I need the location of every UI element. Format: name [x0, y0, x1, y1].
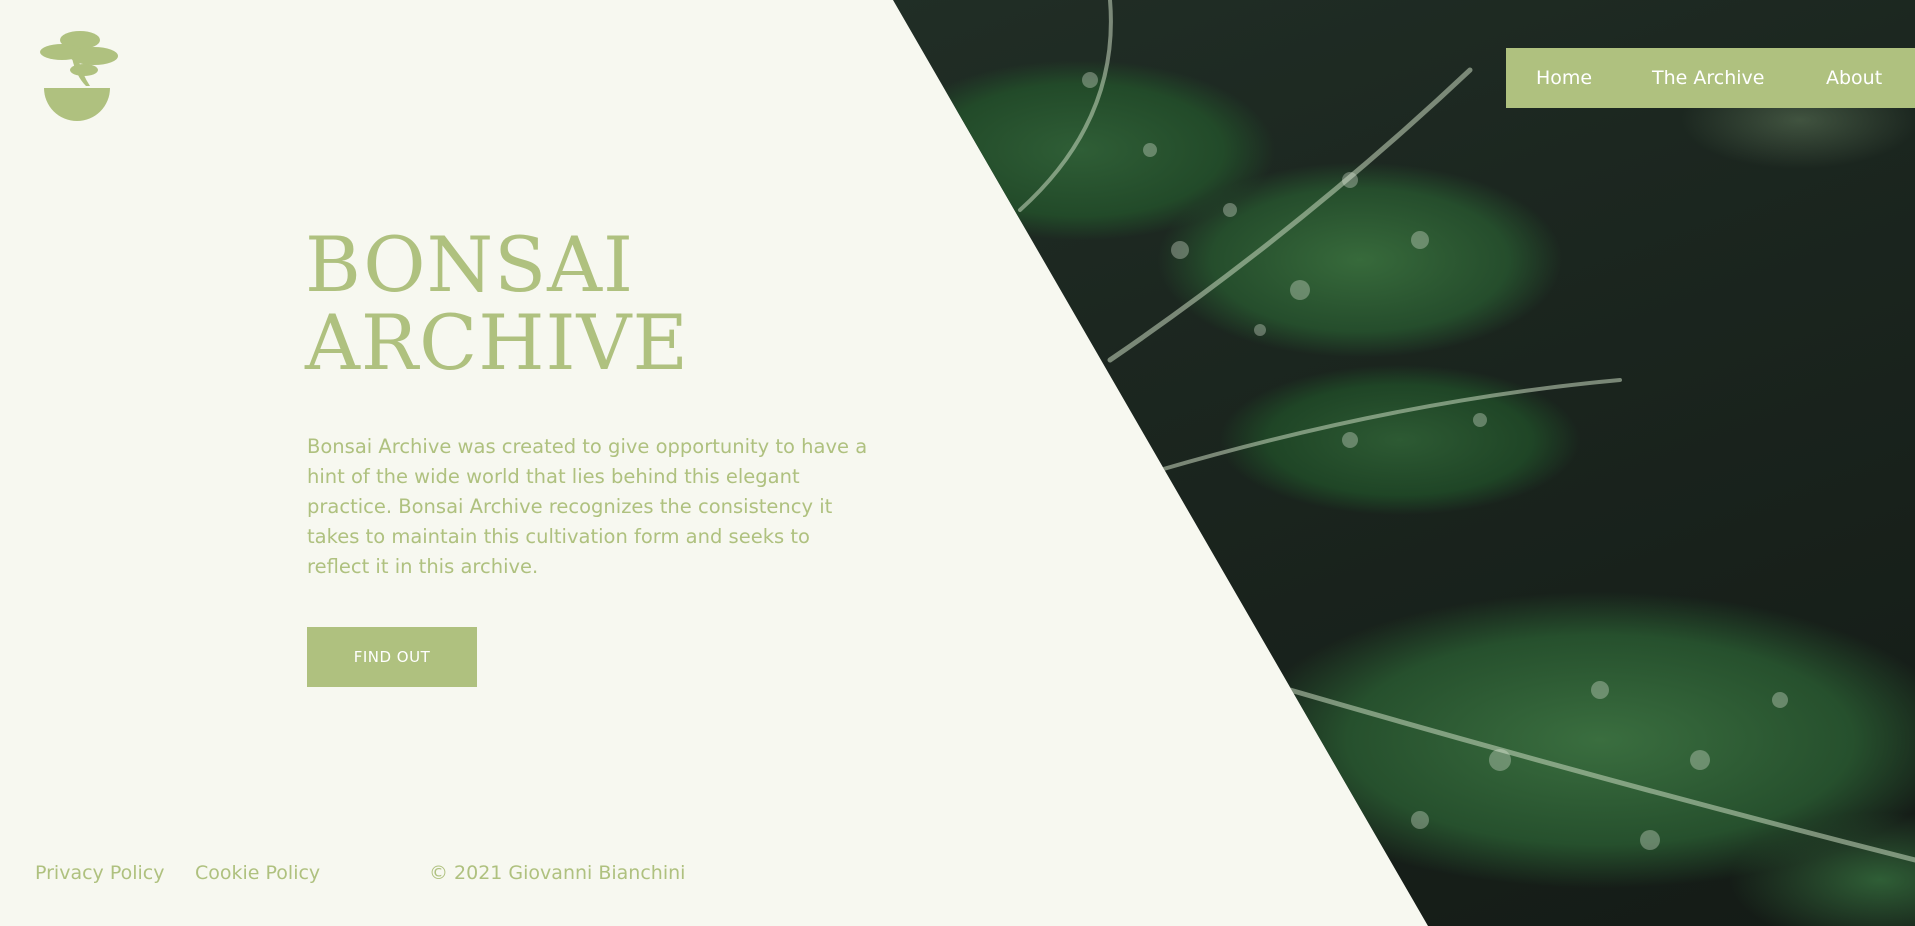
hero-leaf-photo [893, 0, 1915, 926]
cookie-policy-link[interactable]: Cookie Policy [195, 862, 320, 884]
nav-item-home[interactable]: Home [1536, 67, 1592, 89]
hero-title-line1: BONSAI [305, 220, 635, 309]
find-out-button[interactable]: FIND OUT [307, 627, 477, 687]
main-nav: Home The Archive About [1506, 48, 1915, 108]
leaf-veins [1018, 0, 1915, 863]
hero-title: BONSAI ARCHIVE [305, 226, 905, 382]
hero-description: Bonsai Archive was created to give oppor… [307, 435, 868, 578]
hero-title-line2: ARCHIVE [305, 298, 689, 387]
copyright-text: © 2021 Giovanni Bianchini [429, 862, 686, 884]
privacy-policy-link[interactable]: Privacy Policy [35, 862, 164, 884]
nav-item-about[interactable]: About [1826, 67, 1882, 89]
nav-item-the-archive[interactable]: The Archive [1652, 67, 1764, 89]
bonsai-tree-icon[interactable] [34, 30, 120, 126]
